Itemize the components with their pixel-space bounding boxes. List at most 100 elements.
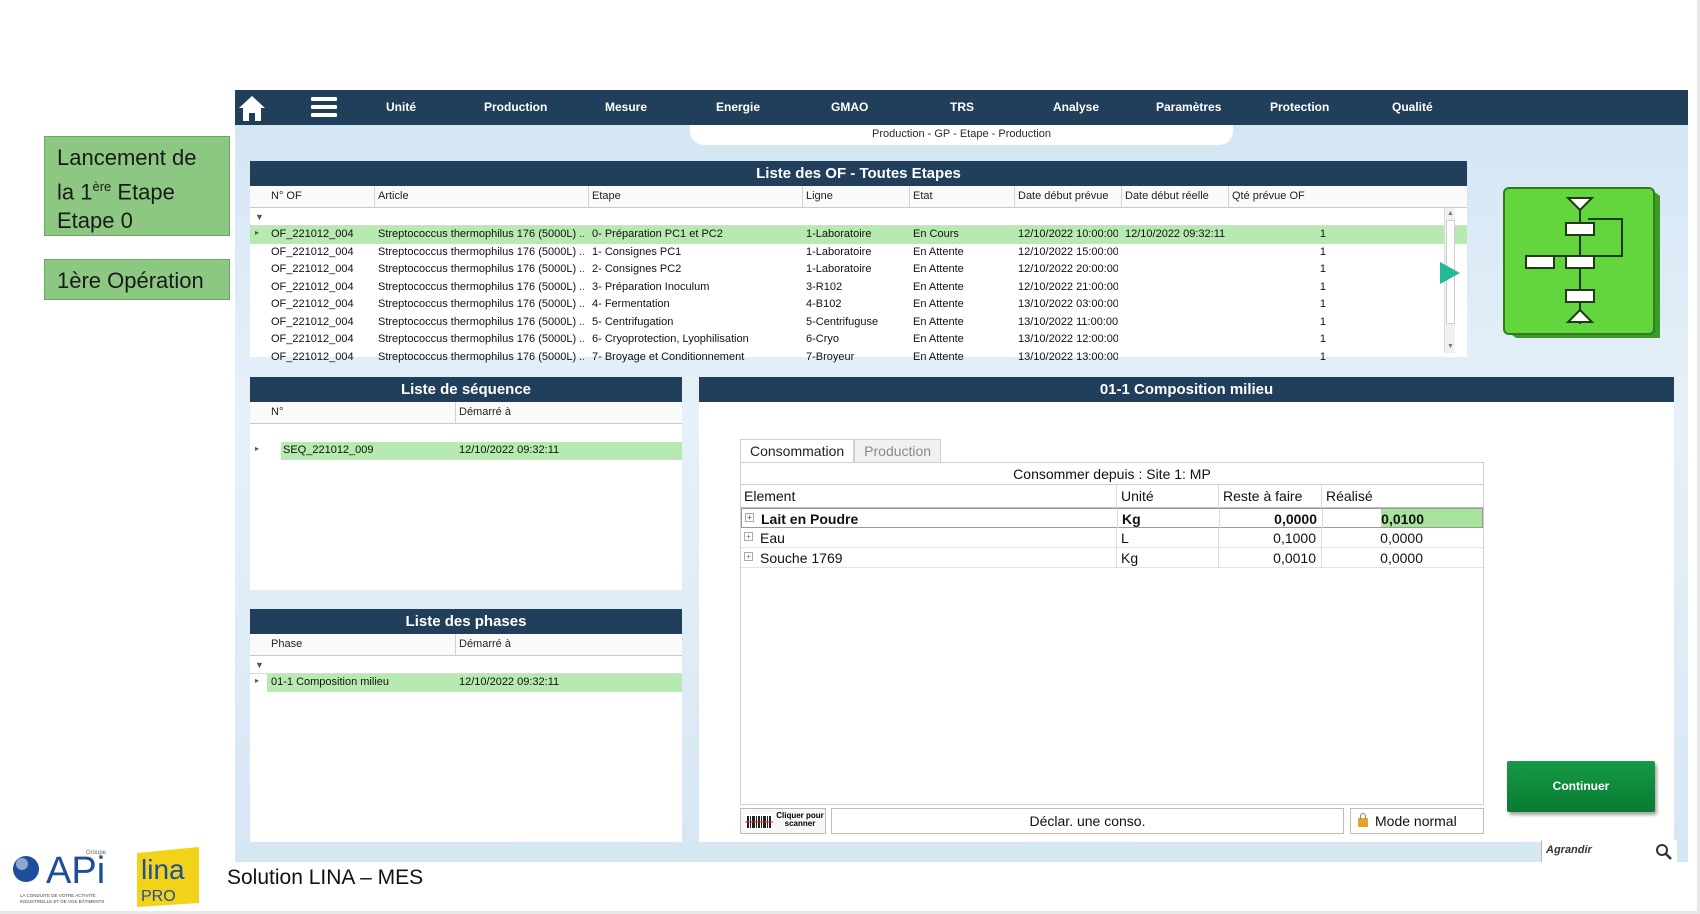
col-header-phase-started[interactable]: Démarré à: [459, 638, 511, 650]
expand-icon[interactable]: +: [744, 552, 753, 561]
col-header-unite[interactable]: Unité: [1121, 488, 1154, 504]
table-row[interactable]: ▸ 01-1 Composition milieu 12/10/2022 09:…: [255, 674, 682, 692]
lock-icon: [1358, 813, 1368, 827]
phase-filter-row[interactable]: ▼: [250, 656, 682, 674]
of-cell-etat: En Attente: [913, 350, 964, 363]
table-row[interactable]: OF_221012_004 Streptococcus thermophilus …: [250, 349, 1467, 367]
declare-consumption-button[interactable]: Déclar. une conso.: [831, 808, 1344, 834]
table-row[interactable]: ▸ OF_221012_004 Streptococcus thermophilus…: [250, 226, 1467, 244]
remaining-cell: 0,0010: [1273, 550, 1316, 566]
of-cell-etape: 7- Broyage et Conditionnement: [592, 350, 745, 363]
expand-icon[interactable]: +: [745, 513, 754, 522]
mes-app-window: Unité Production Mesure Energie GMAO TRS…: [235, 90, 1688, 862]
scroll-down-icon[interactable]: ▼: [1446, 342, 1455, 352]
of-cell-article: Streptococcus thermophilus 176 (5000L) .…: [378, 315, 584, 328]
tab-production[interactable]: Production: [854, 439, 942, 462]
table-row[interactable]: OF_221012_004 Streptococcus thermophilus …: [250, 296, 1467, 314]
col-header-seq-started[interactable]: Démarré à: [459, 406, 511, 418]
of-cell-article: Streptococcus thermophilus 176 (5000L) .…: [378, 245, 584, 258]
lina-pro: PRO: [141, 888, 176, 905]
filter-icon[interactable]: ▼: [255, 212, 264, 222]
of-cell-of: OF_221012_004: [271, 298, 354, 310]
phase-panel: Liste des phases Phase Démarré à ▼ ▸ 01-…: [250, 609, 682, 842]
lina-pro-logo: lina PRO: [137, 847, 199, 907]
composition-title: 01-1 Composition milieu: [699, 377, 1674, 402]
api-brand: APi: [46, 850, 105, 892]
nav-item-qualite[interactable]: Qualité: [1392, 100, 1433, 114]
scan-button[interactable]: Cliquer pour scanner: [740, 808, 826, 834]
col-header-realise[interactable]: Réalisé: [1326, 488, 1373, 504]
table-row[interactable]: + Eau L 0,1000 0,0000: [741, 528, 1483, 548]
of-cell-ligne: 3-R102: [806, 280, 843, 293]
table-row[interactable]: + Souche 1769 Kg 0,0010 0,0000: [741, 548, 1483, 568]
scroll-up-icon[interactable]: ▲: [1446, 209, 1455, 219]
mode-normal-label: Mode normal: [1375, 813, 1457, 829]
table-row[interactable]: ▸ SEQ_221012_009 12/10/2022 09:32:11: [255, 442, 682, 460]
consumption-table: Consommer depuis : Site 1: MP Element Un…: [740, 462, 1484, 805]
nav-item-unite[interactable]: Unité: [386, 100, 416, 114]
table-row[interactable]: OF_221012_004 Streptococcus thermophilus …: [250, 244, 1467, 262]
sequence-title: Liste de séquence: [250, 377, 682, 402]
sequence-filter-row[interactable]: [250, 424, 682, 442]
table-row[interactable]: + Lait en Poudre Kg 0,0000 0,0100: [741, 508, 1483, 528]
nav-item-analyse[interactable]: Analyse: [1053, 100, 1099, 114]
nav-item-energie[interactable]: Energie: [716, 100, 760, 114]
expand-icon[interactable]: +: [744, 532, 753, 541]
row-pointer-icon: ▸: [255, 444, 260, 453]
play-arrow-icon[interactable]: [1440, 262, 1460, 284]
done-cell: 0,0100: [1381, 511, 1424, 527]
of-cell-of: OF_221012_004: [271, 350, 354, 363]
of-cell-qte: 1: [1319, 280, 1326, 293]
table-row[interactable]: OF_221012_004 Streptococcus thermophilus …: [250, 314, 1467, 332]
search-icon[interactable]: [1655, 843, 1673, 861]
continue-button[interactable]: Continuer: [1507, 761, 1655, 812]
col-header-qte[interactable]: Qté prévue OF: [1232, 190, 1305, 202]
col-header-etat[interactable]: Etat: [913, 190, 933, 202]
phase-cell: 01-1 Composition milieu: [271, 676, 389, 688]
mode-normal-button[interactable]: Mode normal: [1350, 808, 1484, 834]
col-header-article[interactable]: Article: [378, 190, 409, 202]
consume-source: Consommer depuis : Site 1: MP: [741, 463, 1483, 485]
nav-item-trs[interactable]: TRS: [950, 100, 974, 114]
nav-item-mesure[interactable]: Mesure: [605, 100, 647, 114]
top-navigation: Unité Production Mesure Energie GMAO TRS…: [235, 90, 1688, 125]
done-cell: 0,0000: [1380, 530, 1423, 546]
nav-item-production[interactable]: Production: [484, 100, 547, 114]
row-pointer-icon: ▸: [255, 676, 260, 685]
flowchart-tile-icon[interactable]: [1500, 186, 1666, 344]
of-cell-qte: 1: [1319, 315, 1326, 328]
col-header-element[interactable]: Element: [744, 488, 795, 504]
col-header-etape[interactable]: Etape: [592, 190, 621, 202]
col-header-seq-num[interactable]: N°: [271, 406, 283, 418]
nav-item-parametres[interactable]: Paramètres: [1156, 100, 1221, 114]
nav-item-protection[interactable]: Protection: [1270, 100, 1329, 114]
table-row[interactable]: OF_221012_004 Streptococcus thermophilus …: [250, 279, 1467, 297]
nav-item-gmao[interactable]: GMAO: [831, 100, 868, 114]
table-row[interactable]: OF_221012_004 Streptococcus thermophilus …: [250, 261, 1467, 279]
tab-consommation[interactable]: Consommation: [740, 439, 855, 462]
of-cell-qte: 1: [1319, 263, 1326, 275]
of-cell-etape: 4- Fermentation: [592, 298, 670, 310]
phase-title: Liste des phases: [250, 609, 682, 634]
callout-launch-line2: la 1ère Etape: [57, 172, 217, 206]
zoom-search-box[interactable]: Agrandir: [1541, 840, 1677, 862]
col-header-ligne[interactable]: Ligne: [806, 190, 833, 202]
of-cell-article: Streptococcus thermophilus 176 (5000L) .…: [378, 350, 584, 363]
of-cell-qte: 1: [1319, 228, 1326, 240]
breadcrumb: Production - GP - Etape - Production: [690, 125, 1233, 145]
filter-icon[interactable]: ▼: [255, 660, 264, 670]
col-header-date-prevue[interactable]: Date début prévue: [1018, 190, 1109, 202]
col-header-of[interactable]: N° OF: [271, 190, 302, 202]
of-filter-row[interactable]: ▼: [250, 208, 1467, 226]
of-cell-etape: 6- Cryoprotection, Lyophilisation: [592, 333, 749, 345]
of-cell-article: Streptococcus thermophilus 176 (5000L) .…: [378, 298, 584, 310]
callout-launch-line2-sup: ère: [92, 179, 112, 194]
barcode-icon: [745, 814, 773, 830]
col-header-phase[interactable]: Phase: [271, 638, 302, 650]
table-row[interactable]: OF_221012_004 Streptococcus thermophilus …: [250, 331, 1467, 349]
col-header-reste[interactable]: Reste à faire: [1223, 488, 1302, 504]
col-header-date-reelle[interactable]: Date début réelle: [1125, 190, 1209, 202]
hamburger-menu-icon[interactable]: [311, 97, 337, 117]
home-icon[interactable]: [237, 93, 267, 123]
element-cell: Souche 1769: [760, 550, 843, 566]
